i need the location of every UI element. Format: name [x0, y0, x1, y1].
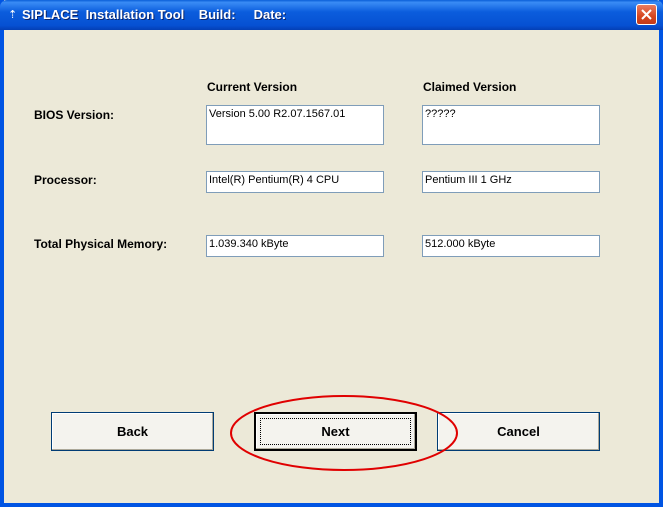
bios-claimed-field[interactable]: ????? [422, 105, 600, 145]
back-button[interactable]: Back [51, 412, 214, 451]
cancel-button[interactable]: Cancel [437, 412, 600, 451]
current-version-header: Current Version [207, 80, 298, 94]
bios-current-field[interactable]: Version 5.00 R2.07.1567.01 [206, 105, 384, 145]
memory-label: Total Physical Memory: [34, 237, 168, 251]
memory-current-field[interactable]: 1.039.340 kByte [206, 235, 384, 257]
close-icon [641, 9, 652, 20]
bios-version-label: BIOS Version: [34, 108, 115, 122]
next-button[interactable]: Next [254, 412, 417, 451]
processor-label: Processor: [34, 173, 97, 187]
installation-window: ⇡ SIPLACE Installation Tool Build: Date:… [0, 0, 663, 507]
processor-claimed-field[interactable]: Pentium III 1 GHz [422, 171, 600, 193]
app-icon: ⇡ [8, 9, 18, 21]
title-bar[interactable]: ⇡ SIPLACE Installation Tool Build: Date: [0, 0, 663, 30]
processor-current-field[interactable]: Intel(R) Pentium(R) 4 CPU [206, 171, 384, 193]
focus-rectangle [260, 418, 411, 445]
window-title: SIPLACE Installation Tool Build: Date: [22, 7, 287, 22]
memory-claimed-field[interactable]: 512.000 kByte [422, 235, 600, 257]
claimed-version-header: Claimed Version [423, 80, 517, 94]
close-button[interactable] [636, 4, 657, 25]
